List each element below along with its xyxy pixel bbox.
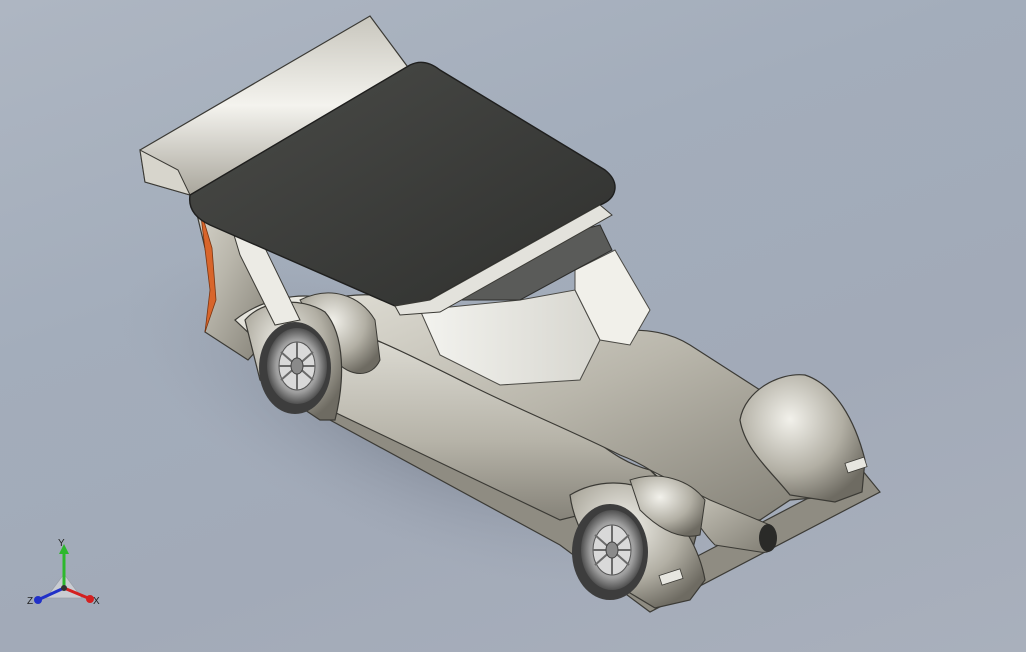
orientation-triad: Y X Z [27,538,100,607]
3d-viewport[interactable]: Y X Z [0,0,1026,652]
x-axis-label: X [93,596,100,607]
nose-tip [759,524,777,552]
z-axis-end [34,596,42,604]
triad-origin [61,585,67,591]
y-axis-label: Y [58,538,65,549]
front-wheel [572,504,648,600]
rear-wheel [259,322,331,414]
z-axis-label: Z [27,596,33,607]
car-model[interactable] [0,0,1026,652]
